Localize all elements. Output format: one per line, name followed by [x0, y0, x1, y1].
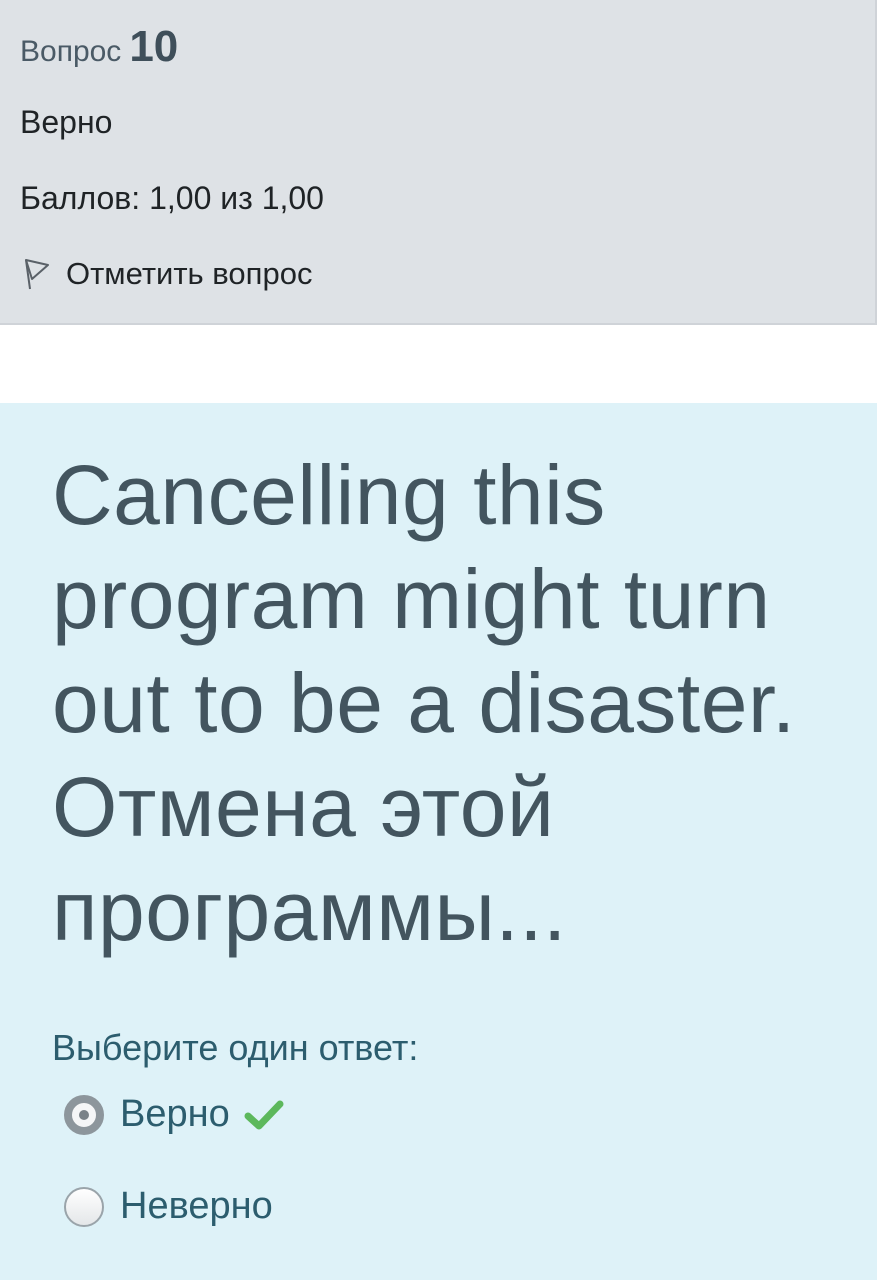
answer-prompt: Выберите один ответ: — [52, 1027, 419, 1068]
answer-label-true[interactable]: Верно — [120, 1093, 230, 1136]
question-state: Верно — [20, 104, 113, 140]
answer-radio-true[interactable] — [64, 1094, 104, 1135]
flag-question-label: Отметить вопрос — [66, 256, 313, 291]
question-grade: Баллов: 1,00 из 1,00 — [20, 180, 324, 216]
flag-question-link[interactable]: Отметить вопрос — [20, 256, 312, 292]
answer-option-false[interactable]: Неверно — [64, 1185, 273, 1228]
question-text: Cancelling this program might turn out t… — [52, 448, 796, 958]
answer-label-false[interactable]: Неверно — [120, 1185, 273, 1228]
question-label: Вопрос — [20, 35, 122, 68]
answer-option-true[interactable]: Верно — [64, 1093, 284, 1136]
question-title: Вопрос 10 — [20, 22, 178, 72]
answer-radio-false[interactable] — [64, 1186, 104, 1227]
question-info-panel: Вопрос 10 Верно Баллов: 1,00 из 1,00 Отме… — [0, 0, 877, 325]
question-number: 10 — [129, 22, 179, 71]
question-content-panel: Cancelling this program might turn out t… — [0, 403, 877, 1280]
check-icon — [244, 1100, 284, 1129]
flag-icon — [25, 259, 49, 290]
